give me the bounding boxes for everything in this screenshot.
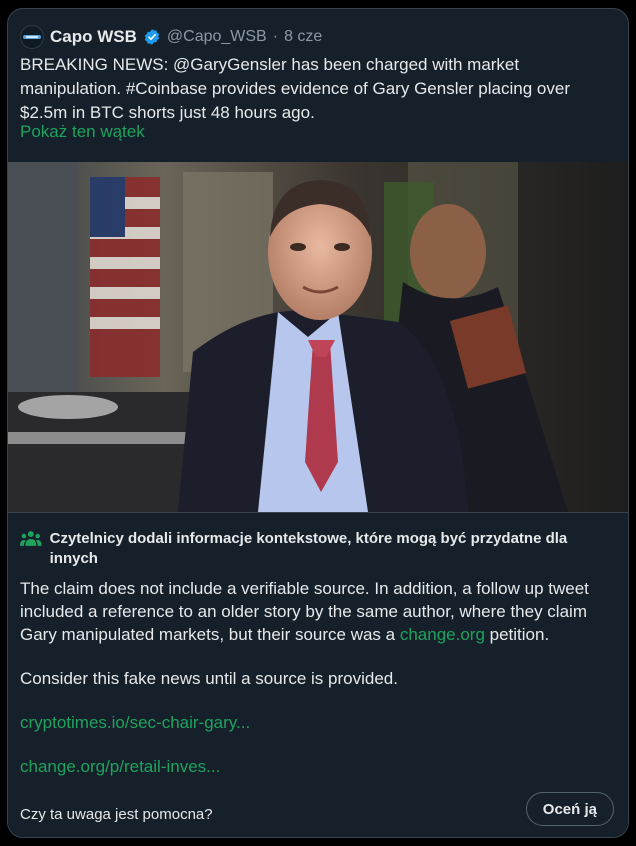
show-thread-link[interactable]: Pokaż ten wątek xyxy=(20,122,145,142)
change-org-link[interactable]: change.org xyxy=(400,625,485,644)
helpful-question: Czy ta uwaga jest pomocna? xyxy=(20,806,213,823)
people-icon xyxy=(20,531,42,546)
separator-dot: · xyxy=(272,28,279,45)
cryptotimes-link[interactable]: cryptotimes.io/sec-chair-gary... xyxy=(20,713,250,732)
rate-note-button[interactable]: Oceń ją xyxy=(525,792,614,826)
note-text-end: petition. xyxy=(484,625,550,644)
post-time[interactable]: 8 cze xyxy=(284,28,322,46)
note-paragraph-1: The claim does not include a verifiable … xyxy=(20,577,616,646)
verified-badge-icon xyxy=(144,29,160,45)
avatar[interactable] xyxy=(20,25,44,49)
community-note-title: Czytelnicy dodali informacje kontekstowe… xyxy=(49,530,568,567)
community-note-header: Czytelnicy dodali informacje kontekstowe… xyxy=(20,529,610,569)
author-name[interactable]: Capo WSB xyxy=(50,27,137,47)
post-image[interactable] xyxy=(8,162,628,512)
note-paragraph-2: Consider this fake news until a source i… xyxy=(20,669,398,688)
photo-illustration xyxy=(8,162,628,512)
community-note-body: The claim does not include a verifiable … xyxy=(20,577,616,799)
author-handle[interactable]: @Capo_WSB xyxy=(167,28,267,46)
post-text: BREAKING NEWS: @GaryGensler has been cha… xyxy=(20,55,570,122)
change-org-petition-link[interactable]: change.org/p/retail-inves... xyxy=(20,757,220,776)
post-card[interactable]: Capo WSB @Capo_WSB · 8 cze BREAKING NEWS… xyxy=(7,8,629,838)
post-header: Capo WSB @Capo_WSB · 8 cze xyxy=(20,25,322,49)
community-note: Czytelnicy dodali informacje kontekstowe… xyxy=(8,512,628,837)
